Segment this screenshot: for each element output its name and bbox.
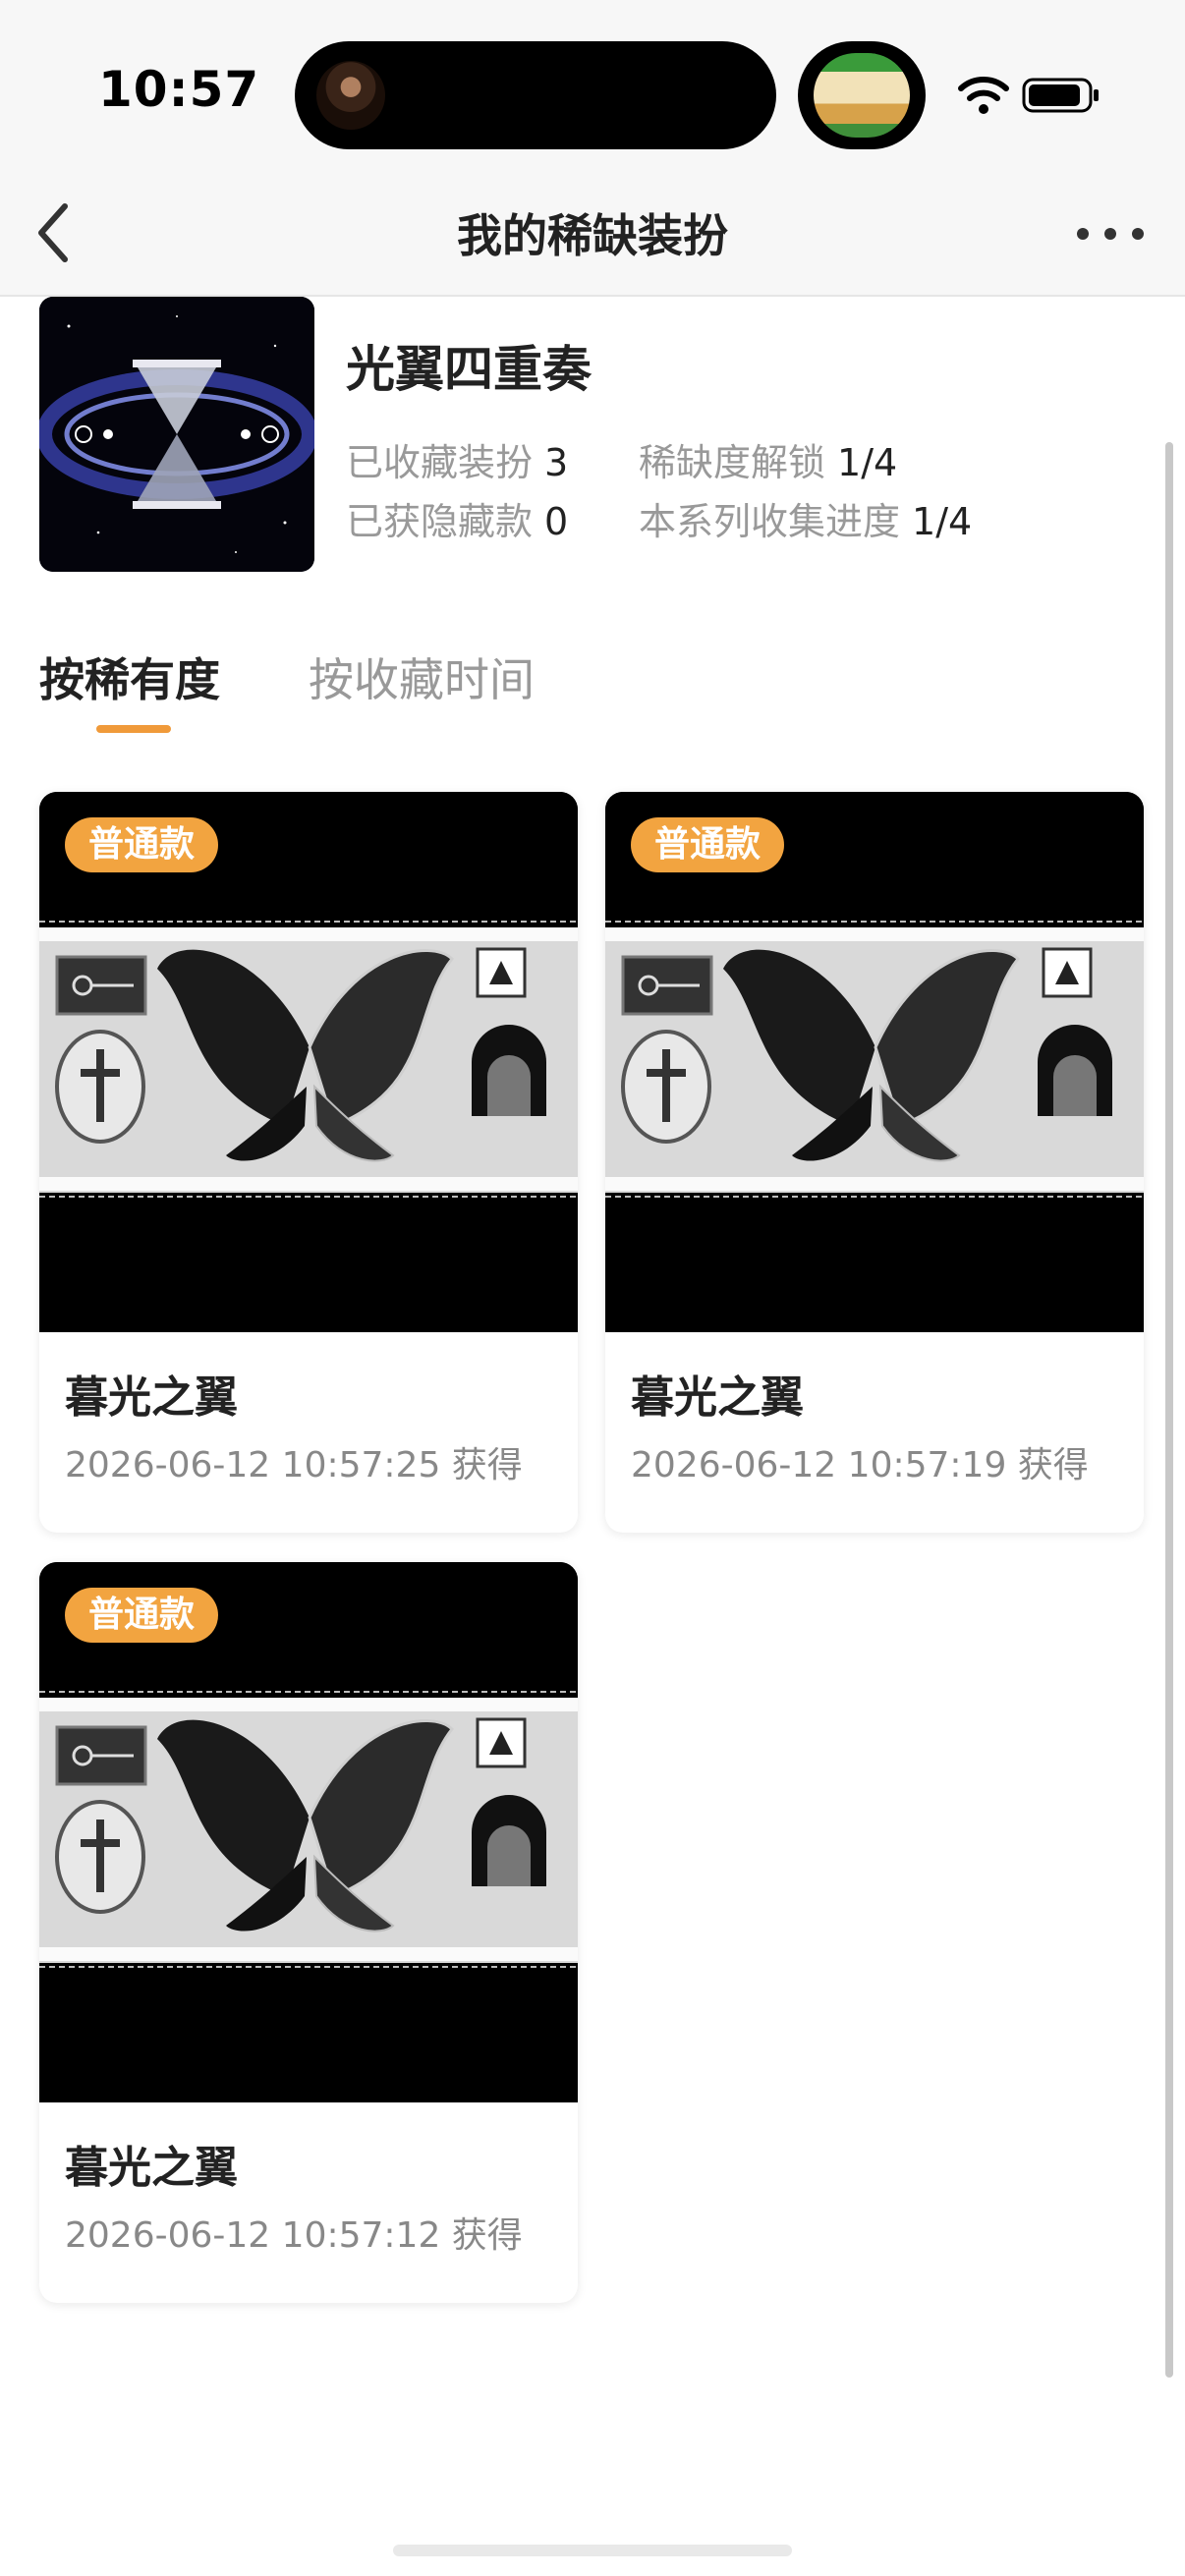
active-tab-indicator: [96, 725, 171, 733]
stat-hidden: 已获隐藏款 0: [346, 491, 568, 545]
item-acquired-date: 2026-06-12 10:57:12 获得: [65, 2215, 523, 2256]
item-card[interactable]: 普通款 暮光之翼 2026-06-12 10:57:19 获得: [605, 792, 1144, 1533]
home-indicator[interactable]: [393, 2545, 792, 2556]
tab-by-collect-time[interactable]: 按收藏时间: [309, 644, 535, 709]
item-title: 暮光之翼: [65, 1372, 238, 1423]
dynamic-island[interactable]: [295, 41, 776, 149]
stat-collected-label: 已收藏装扮: [346, 441, 534, 484]
stat-rarity-value: 1/4: [837, 441, 898, 484]
tab-by-rarity[interactable]: 按稀有度: [39, 644, 220, 709]
stat-progress-label: 本系列收集进度: [639, 500, 901, 543]
item-artwork-image: [605, 792, 1144, 1332]
stat-collected-value: 3: [544, 441, 569, 484]
stat-progress-value: 1/4: [912, 500, 973, 543]
more-icon[interactable]: [1071, 206, 1150, 261]
media-island[interactable]: [798, 41, 926, 149]
item-acquired-date: 2026-06-12 10:57:25 获得: [65, 1445, 523, 1485]
series-name: 光翼四重奏: [346, 341, 592, 398]
nav-bar: 我的稀缺装扮: [0, 177, 1185, 297]
battery-icon: [1022, 78, 1099, 113]
rarity-badge: 普通款: [631, 817, 785, 872]
media-thumbnail-image: [814, 53, 910, 138]
wifi-icon: [958, 77, 1009, 114]
stat-hidden-label: 已获隐藏款: [346, 500, 534, 543]
rarity-badge: 普通款: [65, 1588, 219, 1643]
status-time: 10:57: [98, 61, 260, 118]
series-cover-image: [39, 297, 314, 572]
item-artwork-image: [39, 792, 578, 1332]
rarity-badge: 普通款: [65, 817, 219, 872]
scrollbar[interactable]: [1165, 442, 1173, 2378]
item-artwork-image: [39, 1562, 578, 2102]
stat-progress: 本系列收集进度 1/4: [639, 491, 972, 545]
stat-hidden-value: 0: [544, 500, 569, 543]
item-title: 暮光之翼: [65, 2143, 238, 2193]
now-playing-avatar: [316, 61, 385, 130]
item-title: 暮光之翼: [631, 1372, 804, 1423]
item-card[interactable]: 普通款 暮光之翼 2026-06-12 10:57:25 获得: [39, 792, 578, 1533]
item-card[interactable]: 普通款 暮光之翼 2026-06-12 10:57:12 获得: [39, 1562, 578, 2303]
stat-collected: 已收藏装扮 3: [346, 432, 568, 486]
status-bar: 10:57: [0, 0, 1185, 177]
item-acquired-date: 2026-06-12 10:57:19 获得: [631, 1445, 1089, 1485]
page-title: 我的稀缺装扮: [457, 209, 728, 262]
stat-rarity-label: 稀缺度解锁: [639, 441, 826, 484]
stat-rarity-unlocked: 稀缺度解锁 1/4: [639, 432, 897, 486]
